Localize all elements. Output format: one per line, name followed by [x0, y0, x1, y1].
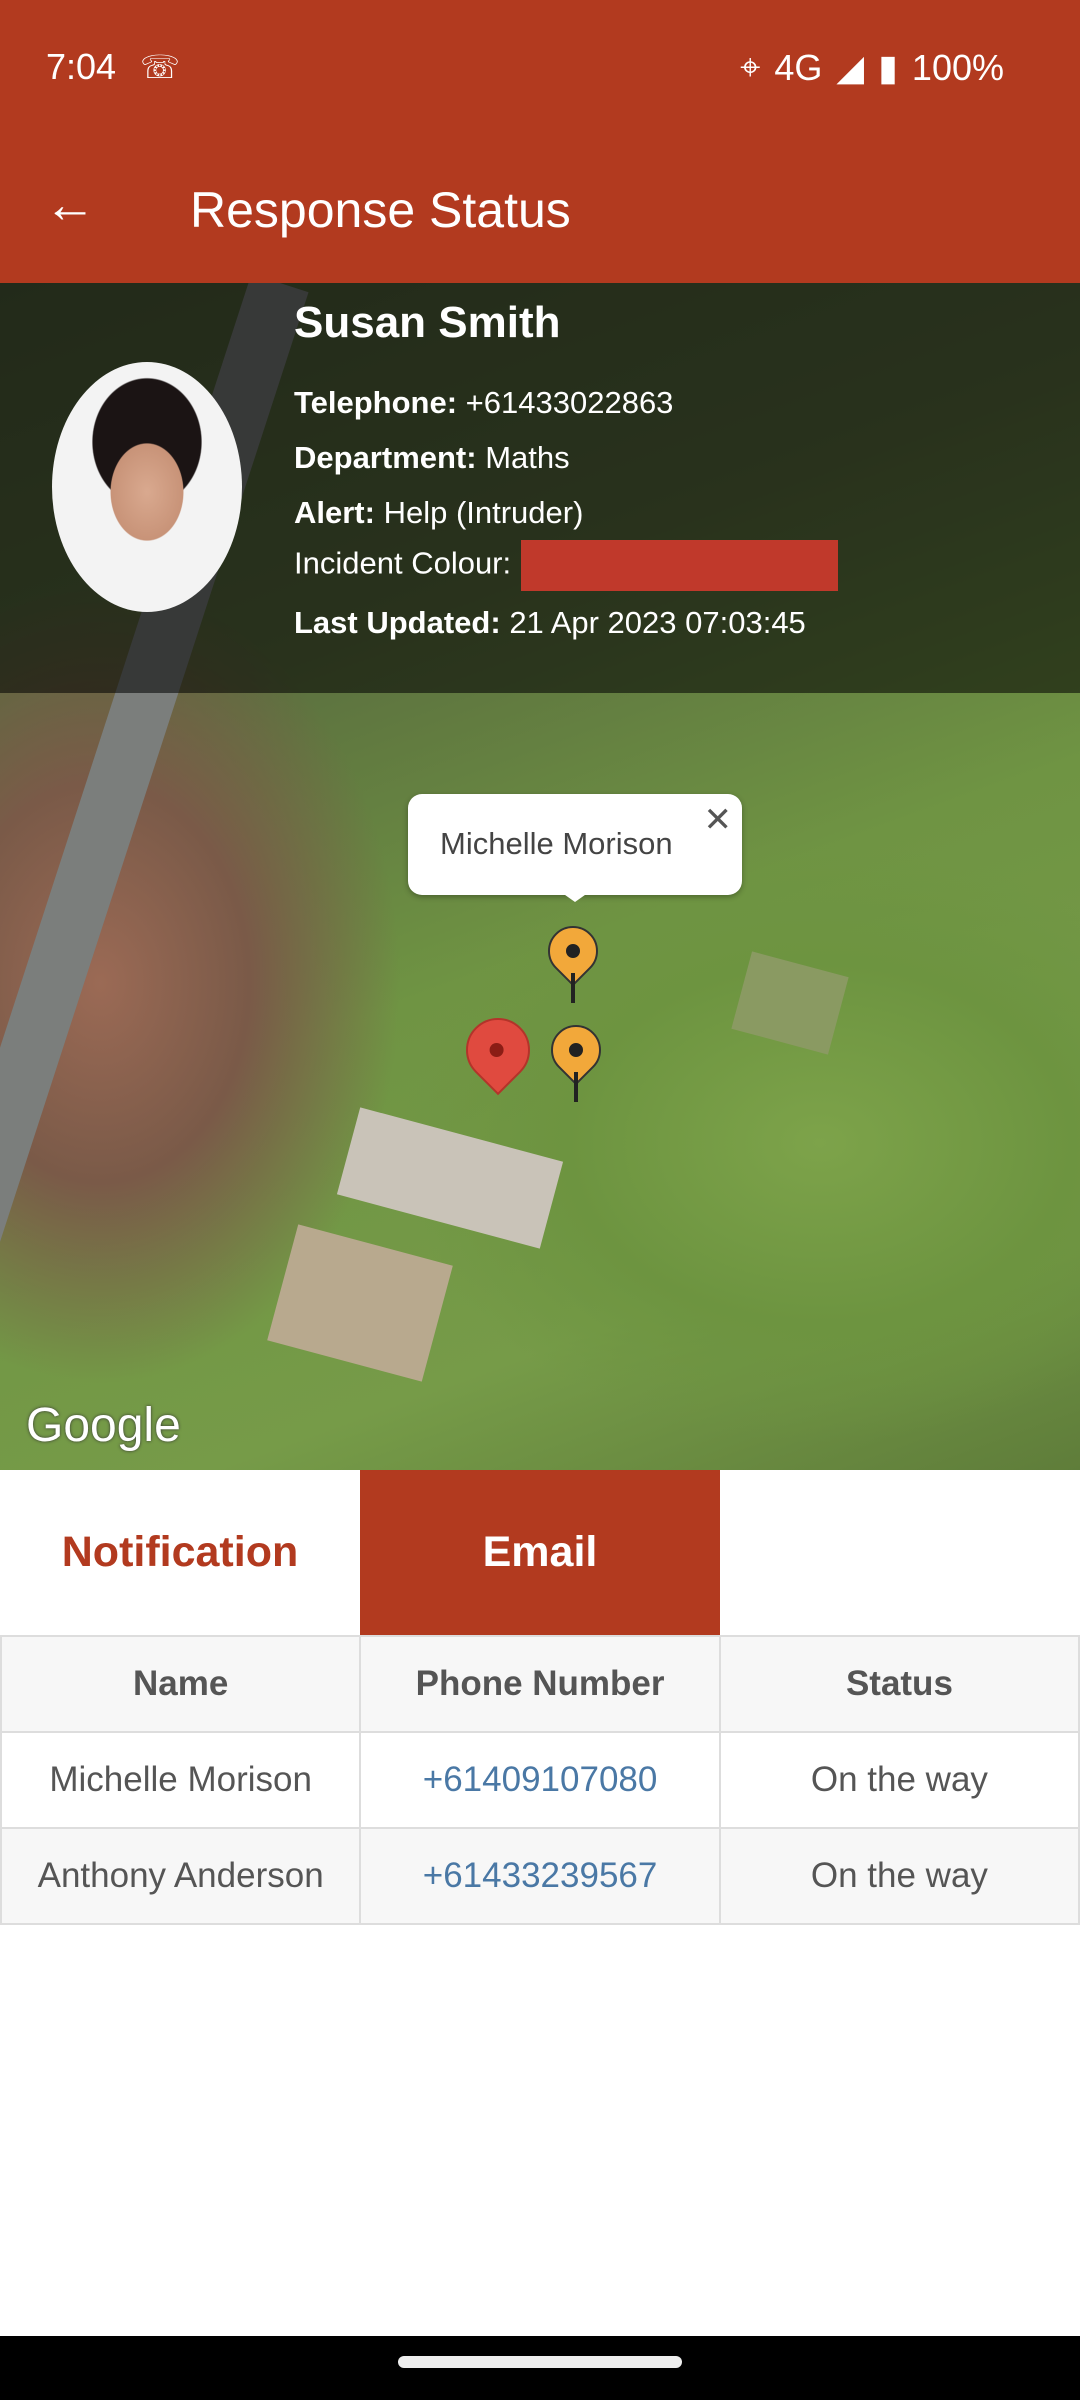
wifi-calling-icon: ☏	[140, 49, 181, 85]
alert-line: Alert: Help (Intruder)	[294, 495, 583, 531]
department-value: Maths	[485, 440, 570, 475]
map-view[interactable]: Susan Smith Telephone: +61433022863 Depa…	[0, 283, 1080, 1470]
row-name: Michelle Morison	[0, 1731, 362, 1829]
pin-stem	[574, 1072, 578, 1102]
profile-header: Susan Smith Telephone: +61433022863 Depa…	[0, 283, 1080, 693]
battery-level: 100%	[911, 46, 1004, 88]
row-phone-link[interactable]: +61409107080	[359, 1731, 721, 1829]
location-icon: ⌖	[740, 46, 761, 87]
table-row: Michelle Morison +61409107080 On the way	[0, 1731, 1080, 1829]
profile-name: Susan Smith	[294, 298, 561, 347]
alert-label: Alert:	[294, 495, 375, 530]
table-row: Anthony Anderson +61433239567 On the way	[0, 1827, 1080, 1925]
table-header: Name Phone Number Status	[0, 1635, 1080, 1733]
close-icon[interactable]: ✕	[704, 800, 733, 840]
header-name: Name	[0, 1635, 362, 1733]
pin-stem	[571, 973, 575, 1003]
telephone-value: +61433022863	[465, 385, 674, 420]
last-updated-label: Last Updated:	[294, 605, 501, 640]
row-phone-link[interactable]: +61433239567	[359, 1827, 721, 1925]
status-time: 7:04	[46, 46, 117, 87]
last-updated-line: Last Updated: 21 Apr 2023 07:03:45	[294, 605, 806, 641]
network-type: 4G	[774, 46, 823, 88]
incident-colour-label: Incident Colour:	[294, 545, 512, 581]
info-window-name: Michelle Morison	[440, 826, 673, 861]
map-info-window: Michelle Morison ✕	[408, 794, 742, 902]
system-nav-bar	[0, 2336, 1080, 2400]
signal-icon: ◢	[836, 46, 865, 88]
header-phone: Phone Number	[359, 1635, 721, 1733]
app-bar: ← Response Status	[0, 135, 1080, 283]
home-gesture-handle[interactable]	[398, 2356, 682, 2368]
department-label: Department:	[294, 440, 477, 475]
tab-notification[interactable]: Notification	[0, 1470, 360, 1635]
tab-email[interactable]: Email	[360, 1470, 720, 1635]
header-status: Status	[718, 1635, 1080, 1733]
back-arrow-icon[interactable]: ←	[44, 175, 96, 235]
responders-table: Name Phone Number Status Michelle Moriso…	[0, 1635, 1080, 1925]
status-bar: 7:04 ☏ ⌖ 4G ◢ ▮ 100%	[0, 0, 1080, 135]
row-name: Anthony Anderson	[0, 1827, 362, 1925]
incident-colour-swatch	[521, 540, 839, 591]
google-logo: Google	[26, 1399, 181, 1452]
map-building	[336, 1107, 564, 1249]
department-line: Department: Maths	[294, 440, 570, 476]
alert-value: Help (Intruder)	[383, 495, 584, 530]
battery-icon: ▮	[878, 46, 898, 88]
row-status: On the way	[718, 1731, 1080, 1829]
avatar	[52, 362, 242, 612]
last-updated-value: 21 Apr 2023 07:03:45	[509, 605, 806, 640]
tab-bar: Notification Email	[0, 1470, 1080, 1635]
telephone-line: Telephone: +61433022863	[294, 385, 673, 421]
row-status: On the way	[718, 1827, 1080, 1925]
alert-pin-icon[interactable]	[452, 1004, 544, 1096]
telephone-label: Telephone:	[294, 385, 458, 420]
map-building	[267, 1224, 453, 1382]
map-pitch	[731, 951, 849, 1055]
incident-colour-line: Incident Colour:	[294, 540, 839, 591]
page-title: Response Status	[190, 182, 571, 238]
